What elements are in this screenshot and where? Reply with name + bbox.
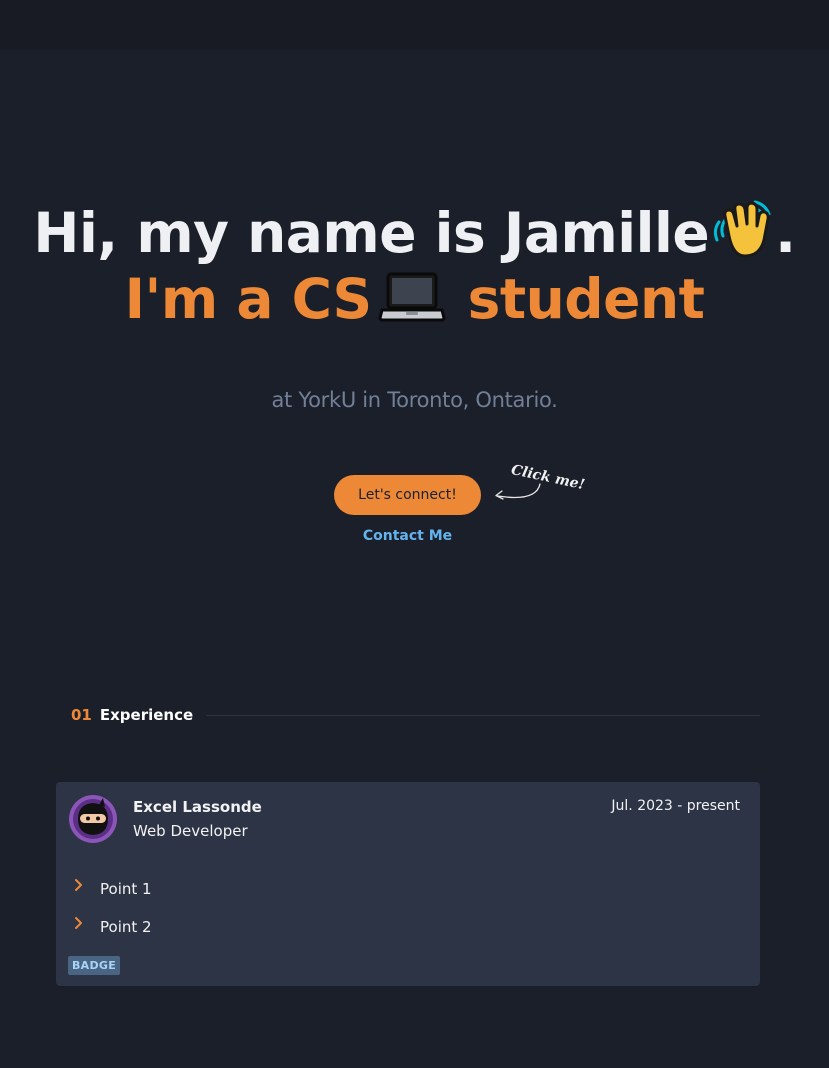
employment-dates: Jul. 2023 - present (611, 798, 740, 814)
job-role: Web Developer (133, 822, 248, 840)
experience-card: Excel Lassonde Web Developer Jul. 2023 -… (56, 782, 760, 986)
chevron-right-icon (74, 913, 100, 933)
list-item: Point 2 (74, 908, 152, 946)
hero-period: . (775, 201, 796, 265)
experience-section-heading: 01 Experience (71, 704, 193, 726)
hero-tagline: I'm a CS student (0, 264, 829, 334)
laptop-icon (378, 272, 446, 322)
hero-name-text: Hi, my name is Jamille (33, 201, 710, 265)
list-item: Point 1 (74, 870, 152, 908)
point-text: Point 1 (100, 880, 152, 898)
top-nav-bar (0, 0, 829, 50)
company-name: Excel Lassonde (133, 798, 262, 816)
skill-badge: BADGE (68, 956, 121, 975)
hero-subtitle: at YorkU in Toronto, Ontario. (271, 388, 558, 412)
point-text: Point 2 (100, 918, 152, 936)
waving-hand-icon (714, 200, 771, 258)
contact-me-link[interactable]: Contact Me (334, 528, 481, 544)
experience-points-list: Point 1 Point 2 (74, 870, 152, 946)
chevron-right-icon (74, 875, 100, 895)
tagline-start-text: I'm a CS (124, 267, 373, 331)
hero-greeting: Hi, my name is Jamille . (0, 196, 829, 268)
curved-arrow-icon (495, 483, 541, 500)
lets-connect-button[interactable]: Let's connect! (334, 475, 481, 515)
section-number: 01 (71, 706, 92, 724)
section-divider (206, 715, 760, 716)
ninja-avatar-icon (69, 795, 117, 843)
tagline-end-text: student (467, 267, 705, 331)
section-title: Experience (99, 706, 194, 724)
